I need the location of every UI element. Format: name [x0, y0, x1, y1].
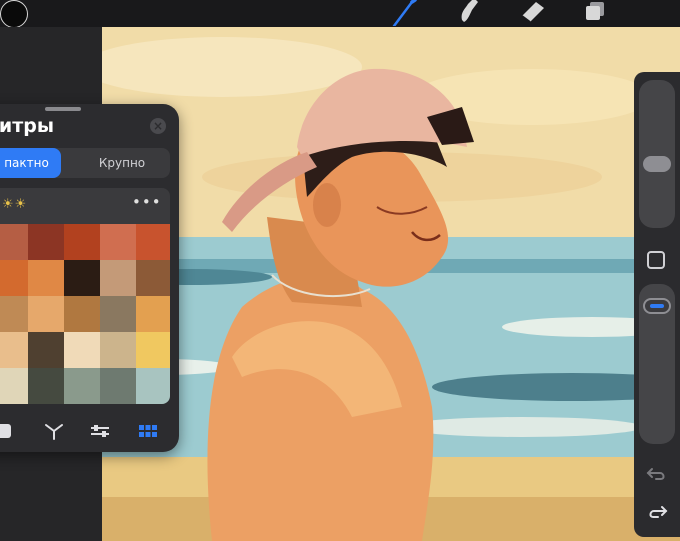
color-swatch[interactable]	[100, 260, 136, 296]
view-mode-toggle: пактно Крупно	[0, 148, 170, 178]
color-swatch[interactable]	[64, 368, 100, 404]
smudge-icon[interactable]	[454, 0, 484, 26]
color-swatch[interactable]	[64, 224, 100, 260]
opacity-thumb[interactable]	[643, 298, 671, 314]
color-swatch[interactable]	[64, 260, 100, 296]
brush-size-slider[interactable]	[639, 80, 675, 228]
color-swatch[interactable]	[28, 260, 64, 296]
color-swatch[interactable]	[136, 224, 170, 260]
view-mode-large[interactable]: Крупно	[82, 148, 162, 178]
color-swatch[interactable]	[100, 332, 136, 368]
brush-size-thumb[interactable]	[643, 156, 671, 172]
color-swatch[interactable]	[0, 296, 28, 332]
color-swatch[interactable]	[100, 224, 136, 260]
color-swatch[interactable]	[0, 260, 28, 296]
palette-name: ☀☀	[2, 197, 28, 212]
right-sidebar	[634, 72, 680, 537]
color-swatch[interactable]	[100, 296, 136, 332]
sliders-icon[interactable]	[88, 416, 112, 446]
color-swatch[interactable]	[64, 296, 100, 332]
color-mode-tabs	[0, 416, 170, 446]
color-swatch[interactable]	[0, 332, 28, 368]
harmony-icon[interactable]	[42, 416, 66, 446]
color-picker-button[interactable]	[0, 0, 28, 28]
redo-icon[interactable]	[642, 500, 672, 524]
color-swatch[interactable]	[0, 224, 28, 260]
more-icon[interactable]: •••	[132, 193, 162, 211]
color-swatch[interactable]	[64, 332, 100, 368]
color-swatch[interactable]	[28, 296, 64, 332]
palette-header[interactable]: ☀☀ •••	[0, 188, 170, 224]
panel-grabber[interactable]	[45, 107, 81, 111]
brush-icon[interactable]	[390, 0, 420, 26]
modify-button[interactable]	[647, 251, 665, 269]
color-swatch[interactable]	[136, 296, 170, 332]
color-swatch[interactable]	[136, 260, 170, 296]
layers-icon[interactable]	[580, 0, 610, 26]
panel-title: литры	[0, 115, 55, 137]
opacity-slider[interactable]	[639, 284, 675, 444]
color-swatch[interactable]	[136, 332, 170, 368]
color-swatch[interactable]	[0, 368, 28, 404]
eraser-icon[interactable]	[518, 0, 548, 26]
top-toolbar	[0, 0, 680, 28]
palettes-panel: литры × пактно Крупно ☀☀ •••	[0, 104, 179, 452]
close-icon[interactable]: ×	[150, 118, 166, 134]
canvas-artwork[interactable]	[102, 27, 680, 541]
color-swatch[interactable]	[28, 224, 64, 260]
color-swatch[interactable]	[28, 332, 64, 368]
undo-icon[interactable]	[642, 462, 672, 486]
color-swatch[interactable]	[28, 368, 64, 404]
palette-grid-icon[interactable]	[136, 416, 160, 446]
color-swatch[interactable]	[136, 368, 170, 404]
square-icon[interactable]	[0, 416, 16, 446]
color-swatch[interactable]	[100, 368, 136, 404]
swatch-grid	[0, 224, 170, 404]
view-mode-compact[interactable]: пактно	[0, 148, 61, 178]
